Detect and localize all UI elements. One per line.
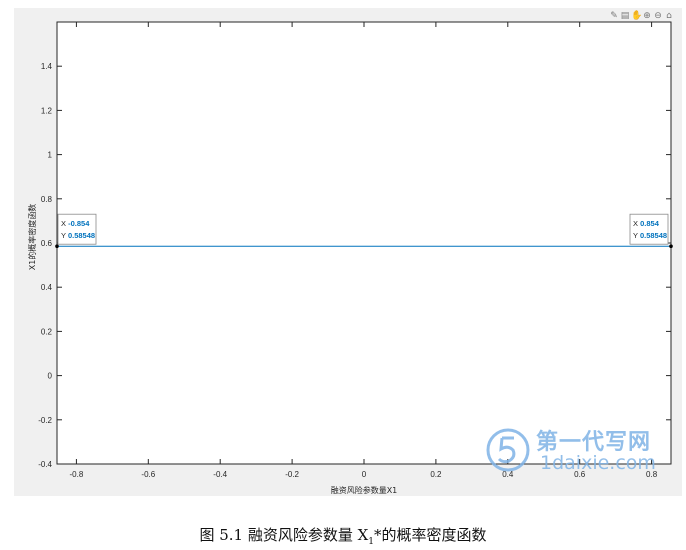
data-tip-marker <box>669 244 673 249</box>
y-tick-label: -0.4 <box>38 460 52 469</box>
data-tip-x-value: 0.854 <box>640 219 660 228</box>
y-tick-label: 0.2 <box>41 327 53 336</box>
x-tick-label: 0.8 <box>646 470 658 479</box>
x-tick-label: 0.2 <box>430 470 442 479</box>
y-tick-label: -0.2 <box>38 416 52 425</box>
data-tip-y-value: 0.58548 <box>640 231 667 240</box>
y-tick-label: 0 <box>48 372 53 381</box>
caption-suffix: *的概率密度函数 <box>374 526 487 544</box>
x-tick-label: -0.4 <box>213 470 227 479</box>
x-tick-label: -0.2 <box>285 470 299 479</box>
figure-window: ✎ ▤ ✋ ⊕ ⊖ ⌂ -0.8 -0.6 -0.4 -0.2 0 0.2 0.4 0.6 0.… <box>14 8 682 496</box>
x-tick-label: 0.6 <box>574 470 586 479</box>
data-tip-x: X 0.854 <box>633 219 660 228</box>
x-axis-label: 融资风险参数量X1 <box>331 485 398 495</box>
data-tip: X -0.854 Y 0.58548 <box>57 213 97 245</box>
x-tick-label: 0.4 <box>502 470 514 479</box>
y-tick-label: 1.2 <box>41 106 53 115</box>
figure-caption: 图 5.1 融资风险参数量 X1*的概率密度函数 <box>0 524 686 547</box>
caption-prefix: 图 5.1 融资风险参数量 X <box>199 526 369 544</box>
y-tick-label: 0.6 <box>41 239 53 248</box>
y-axis-label: X1的概率密度函数 <box>27 204 37 271</box>
data-tip: X 0.854 Y 0.58548 <box>629 213 669 245</box>
y-tick-label: 0.8 <box>41 195 53 204</box>
plot-area: -0.8 -0.6 -0.4 -0.2 0 0.2 0.4 0.6 0.8 -0.4 -0.2 0 0.… <box>27 21 673 495</box>
y-tick-label: 0.4 <box>41 283 53 292</box>
y-tick-label: 1.4 <box>41 62 53 71</box>
data-tip-y: Y 0.58548 <box>61 231 95 240</box>
data-tip-y-value: 0.58548 <box>68 231 95 240</box>
axes-box <box>56 21 672 465</box>
x-tick-label: 0 <box>362 470 367 479</box>
data-tip-x: X -0.854 <box>61 219 90 228</box>
data-tip-marker <box>55 244 59 249</box>
data-tip-x-value: -0.854 <box>68 219 90 228</box>
x-tick-label: -0.6 <box>141 470 155 479</box>
x-tick-label: -0.8 <box>70 470 84 479</box>
y-tick-label: 1 <box>48 151 53 160</box>
data-tip-y: Y 0.58548 <box>633 231 667 240</box>
